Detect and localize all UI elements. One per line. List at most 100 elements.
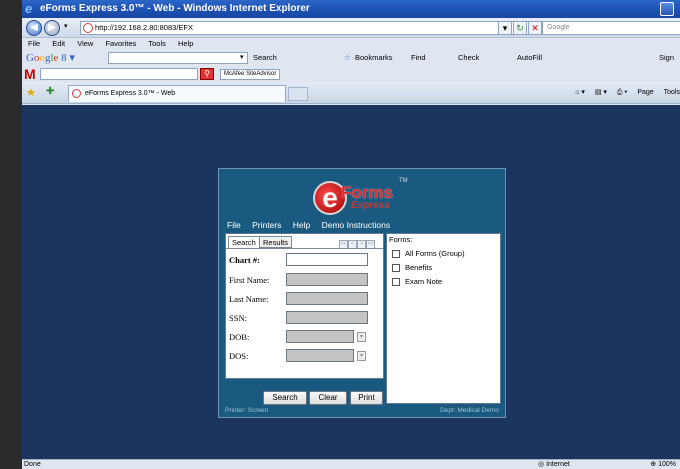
- form-checkbox[interactable]: [392, 264, 400, 273]
- check-button[interactable]: Check: [458, 50, 479, 66]
- form-checkbox[interactable]: [392, 278, 400, 287]
- zone-label: Internet: [546, 461, 570, 468]
- mcafee-search-input[interactable]: [40, 68, 198, 80]
- back-button[interactable]: ◀: [26, 20, 42, 36]
- page-content: e Forms Express TM File Printers Help De…: [22, 105, 680, 459]
- refresh-icon[interactable]: ↻: [513, 21, 527, 35]
- mcafee-siteadvisor-button[interactable]: McAfee SiteAdvisor: [220, 69, 281, 80]
- form-checkbox[interactable]: [392, 250, 400, 259]
- first-name-row: First Name:: [229, 273, 379, 287]
- bookmarks-star-icon: ☆: [344, 53, 351, 62]
- add-favorites-icon[interactable]: ✚: [46, 86, 54, 97]
- tab-eforms[interactable]: eForms Express 3.0™ - Web: [68, 85, 286, 102]
- tab-label: eForms Express 3.0™ - Web: [85, 90, 176, 97]
- tab-page-icon: [72, 89, 81, 98]
- app-menu-file[interactable]: File: [227, 220, 241, 230]
- zoom-label: 100%: [658, 461, 676, 468]
- stop-icon[interactable]: ✕: [528, 21, 542, 35]
- bookmarks-button[interactable]: Bookmarks: [355, 50, 393, 66]
- dept-status: Dept: Medical Demo: [440, 407, 499, 414]
- page-menu[interactable]: Page: [637, 89, 653, 96]
- desktop-frame: e eForms Express 3.0™ - Web - Windows In…: [0, 0, 680, 469]
- favorites-star-icon[interactable]: ★: [26, 86, 36, 99]
- tab-results[interactable]: Results: [259, 236, 293, 248]
- last-name-label: Last Name:: [229, 294, 269, 304]
- printer-status: Printer: Screen: [225, 407, 269, 414]
- google-search-button[interactable]: Search: [253, 50, 277, 66]
- ie-logo-icon: e: [25, 1, 33, 16]
- home-icon[interactable]: ⌂ ▾: [575, 89, 585, 96]
- status-bar: Done ◎ Internet ⊕ 100%: [22, 459, 680, 469]
- form-item-benefits[interactable]: Benefits: [392, 263, 432, 273]
- mcafee-search-icon[interactable]: ⚲: [200, 68, 214, 80]
- zoom-level[interactable]: ⊕ 100%: [650, 460, 676, 469]
- url-field[interactable]: http://192.168.2.80:8083/EFX: [80, 21, 530, 35]
- command-bar: ⌂ ▾ ▤ ▾ ⎙ ▾ Page Tools: [567, 86, 680, 100]
- forms-panel: Forms: All Forms (Group) Benefits Exam N…: [386, 233, 501, 404]
- dob-dropdown-icon[interactable]: ▾: [357, 332, 366, 342]
- feeds-icon[interactable]: ▤ ▾: [595, 89, 607, 96]
- menu-help[interactable]: Help: [178, 38, 193, 50]
- last-name-row: Last Name:: [229, 292, 379, 306]
- menu-edit[interactable]: Edit: [52, 38, 65, 50]
- dob-row: DOB: ▾: [229, 330, 379, 344]
- google-toolbar: Google 8 ▾ ▾ Search ☆ Bookmarks Find Che…: [22, 50, 680, 66]
- form-item-exam-note[interactable]: Exam Note: [392, 277, 442, 287]
- tools-menu[interactable]: Tools: [664, 89, 680, 96]
- first-name-input[interactable]: [286, 273, 368, 286]
- tab-divider: [226, 248, 383, 249]
- clear-button[interactable]: Clear: [309, 391, 347, 405]
- window-title: eForms Express 3.0™ - Web - Windows Inte…: [40, 3, 310, 14]
- browser-window: e eForms Express 3.0™ - Web - Windows In…: [22, 0, 680, 469]
- menu-view[interactable]: View: [77, 38, 93, 50]
- menu-tools[interactable]: Tools: [148, 38, 166, 50]
- print-icon[interactable]: ⎙ ▾: [617, 89, 628, 96]
- page-icon: [83, 23, 93, 33]
- chart-row: Chart #:: [229, 253, 379, 267]
- status-text: Done: [24, 461, 41, 468]
- mcafee-m-icon: M: [24, 66, 36, 82]
- forms-label: Forms:: [389, 235, 413, 244]
- url-dropdown-button[interactable]: ▾: [498, 21, 512, 35]
- menu-favorites[interactable]: Favorites: [105, 38, 136, 50]
- google-search-input[interactable]: [108, 52, 248, 64]
- ssn-input[interactable]: [286, 311, 368, 324]
- new-tab-button[interactable]: [288, 87, 308, 101]
- dos-input[interactable]: [286, 349, 354, 362]
- app-menu-demo-instructions[interactable]: Demo Instructions: [322, 220, 391, 230]
- app-menu-help[interactable]: Help: [293, 220, 310, 230]
- logo-tm: TM: [399, 178, 408, 184]
- menu-file[interactable]: File: [28, 38, 40, 50]
- dob-label: DOB:: [229, 332, 250, 342]
- app-menu-printers[interactable]: Printers: [252, 220, 281, 230]
- internet-zone: ◎ Internet: [538, 461, 570, 468]
- dob-input[interactable]: [286, 330, 354, 343]
- autofill-button[interactable]: AutoFill: [517, 50, 542, 66]
- search-panel: Search Results << < > >> Chart #: First Nam…: [225, 233, 384, 379]
- mcafee-toolbar: M ⚲ McAfee SiteAdvisor: [22, 66, 680, 82]
- form-item-label: All Forms (Group): [405, 249, 465, 258]
- dos-label: DOS:: [229, 351, 249, 361]
- last-name-input[interactable]: [286, 292, 368, 305]
- tab-bar: ★ ✚ eForms Express 3.0™ - Web ⌂ ▾ ▤ ▾ ⎙ …: [22, 82, 680, 104]
- ssn-row: SSN:: [229, 311, 379, 325]
- url-text: http://192.168.2.80:8083/EFX: [95, 23, 193, 32]
- sign-in-button[interactable]: Sign: [659, 50, 674, 66]
- form-item-all[interactable]: All Forms (Group): [392, 249, 465, 259]
- print-button[interactable]: Print: [350, 391, 383, 405]
- google-dropdown-icon[interactable]: ▾: [240, 50, 244, 66]
- dos-dropdown-icon[interactable]: ▾: [357, 351, 366, 361]
- chart-label: Chart #:: [229, 255, 260, 265]
- menu-bar: File Edit View Favorites Tools Help: [22, 38, 680, 50]
- forward-button[interactable]: ▶: [44, 20, 60, 36]
- history-dropdown-icon[interactable]: ▾: [64, 22, 68, 30]
- search-button[interactable]: Search: [263, 391, 307, 405]
- minimize-button[interactable]: [660, 2, 674, 16]
- dos-row: DOS: ▾: [229, 349, 379, 363]
- first-name-label: First Name:: [229, 275, 270, 285]
- tab-search[interactable]: Search: [228, 236, 260, 248]
- chart-number-input[interactable]: [286, 253, 368, 266]
- app-menu-bar: File Printers Help Demo Instructions: [227, 220, 399, 230]
- search-input[interactable]: Google: [542, 21, 680, 35]
- find-button[interactable]: Find: [411, 50, 426, 66]
